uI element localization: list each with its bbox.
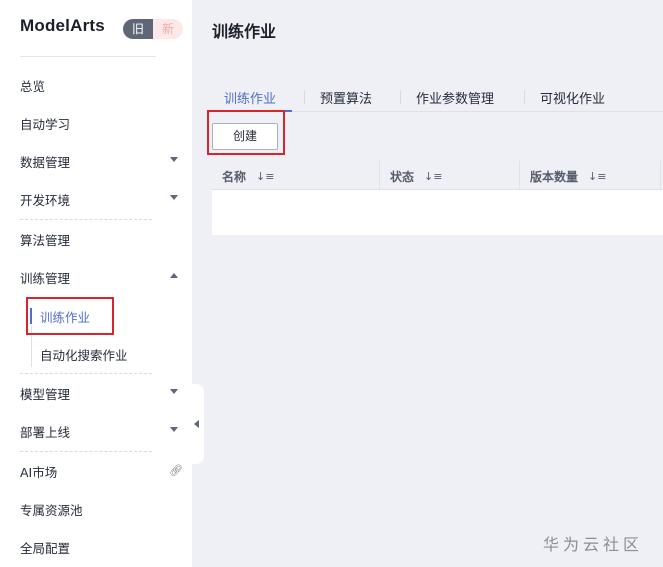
sidebar-item-data-management[interactable]: 数据管理 [0, 146, 192, 176]
version-old-option[interactable]: 旧 [123, 19, 153, 39]
table-header: 名称 ↓≡ 状态 ↓≡ 版本数量 ↓≡ [212, 161, 663, 190]
sidebar-item-dev-environment[interactable]: 开发环境 [0, 184, 192, 214]
version-new-option[interactable]: 新 [153, 19, 183, 39]
tab-preset-algorithms[interactable]: 预置算法 [320, 88, 372, 107]
sidebar-item-label: 专属资源池 [20, 502, 83, 518]
sidebar-item-algorithm-management[interactable]: 算法管理 [0, 224, 192, 254]
sidebar-item-label: 全局配置 [20, 540, 71, 556]
sidebar-item-label: 训练管理 [20, 270, 71, 286]
column-header-name[interactable]: 名称 ↓≡ [222, 168, 274, 185]
chevron-down-icon [170, 195, 178, 200]
column-header-status[interactable]: 状态 ↓≡ [390, 168, 442, 185]
column-header-label: 版本数量 [530, 170, 579, 184]
nav-divider [20, 219, 152, 220]
sidebar-item-label: AI市场 [20, 464, 58, 480]
sort-icon[interactable]: ↓≡ [424, 170, 442, 183]
column-separator [519, 161, 520, 190]
chevron-down-icon [170, 157, 178, 162]
table-body [212, 190, 663, 235]
sort-icon[interactable]: ↓≡ [256, 170, 274, 183]
brand-divider [20, 56, 156, 57]
page-title: 训练作业 [212, 22, 277, 41]
sidebar-item-training-management[interactable]: 训练管理 [0, 262, 192, 292]
sidebar-item-overview[interactable]: 总览 [0, 70, 192, 100]
column-separator [379, 161, 380, 190]
sidebar-item-label: 算法管理 [20, 232, 71, 248]
sidebar-item-label: 自动学习 [20, 116, 71, 132]
watermark: 华为云社区 [543, 535, 644, 554]
sidebar-item-label: 数据管理 [20, 154, 71, 170]
brand-logo: ModelArts [20, 16, 105, 35]
sidebar-item-ai-market[interactable]: AI市场 🔗︎ [0, 456, 192, 486]
sidebar-item-label: 模型管理 [20, 386, 71, 402]
sidebar-item-dedicated-pool[interactable]: 专属资源池 [0, 494, 192, 524]
sidebar-item-model-management[interactable]: 模型管理 [0, 378, 192, 408]
highlight-box [207, 110, 285, 155]
column-separator [660, 161, 661, 190]
sidebar-item-global-config[interactable]: 全局配置 [0, 532, 192, 562]
tab-visualization-jobs[interactable]: 可视化作业 [540, 88, 605, 107]
nav-divider [20, 451, 152, 452]
sidebar-item-label: 开发环境 [20, 192, 71, 208]
sidebar-item-label: 总览 [20, 78, 46, 94]
tab-separator [400, 90, 401, 104]
chevron-left-icon [194, 420, 199, 428]
sort-icon[interactable]: ↓≡ [588, 170, 606, 183]
tab-training-jobs[interactable]: 训练作业 [224, 88, 276, 107]
sidebar-subitem-auto-search-jobs[interactable]: 自动化搜索作业 [30, 339, 128, 369]
highlight-box [26, 297, 114, 335]
nav-divider [20, 373, 152, 374]
version-toggle[interactable]: 旧 新 [123, 19, 183, 39]
column-header-label: 状态 [390, 170, 415, 184]
sidebar: ModelArts 旧 新 总览 自动学习 数据管理 开发环境 算法管理 训练管… [0, 0, 192, 567]
tab-separator [524, 90, 525, 104]
sidebar-collapse-toggle[interactable] [192, 384, 204, 464]
sidebar-item-auto-learning[interactable]: 自动学习 [0, 108, 192, 138]
column-header-label: 名称 [222, 170, 247, 184]
sidebar-subitem-label: 自动化搜索作业 [40, 347, 128, 363]
sidebar-item-label: 部署上线 [20, 424, 71, 440]
column-header-version-count[interactable]: 版本数量 ↓≡ [530, 168, 606, 185]
chevron-up-icon [170, 273, 178, 278]
chevron-down-icon [170, 427, 178, 432]
tab-separator [304, 90, 305, 104]
sidebar-item-deployment[interactable]: 部署上线 [0, 416, 192, 446]
tab-job-parameters[interactable]: 作业参数管理 [416, 88, 494, 107]
link-icon: 🔗︎ [169, 464, 183, 477]
chevron-down-icon [170, 389, 178, 394]
